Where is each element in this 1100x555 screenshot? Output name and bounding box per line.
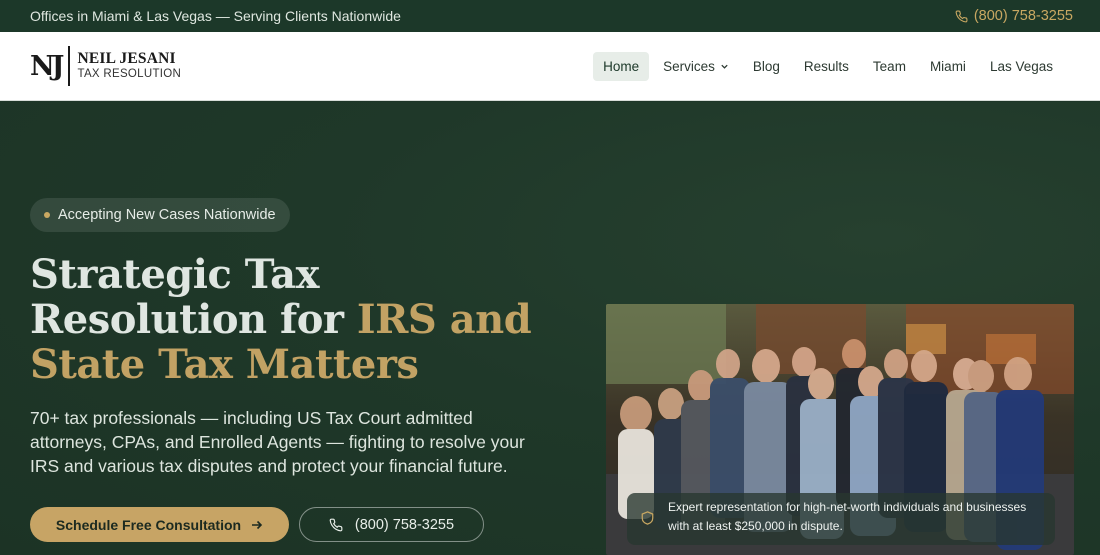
headline-line-3: State Tax Matters bbox=[30, 341, 419, 388]
nav-las-vegas[interactable]: Las Vegas bbox=[980, 52, 1063, 81]
nav-home[interactable]: Home bbox=[593, 51, 650, 81]
logo-subtitle: TAX RESOLUTION bbox=[77, 68, 182, 80]
hero-section: Accepting New Cases Nationwide Strategic… bbox=[0, 102, 1100, 555]
phone-icon bbox=[329, 518, 343, 531]
offices-text: Offices in Miami & Las Vegas — Serving C… bbox=[30, 8, 401, 24]
top-bar: Offices in Miami & Las Vegas — Serving C… bbox=[0, 0, 1100, 32]
hero-headline: Strategic Tax Resolution for IRS and Sta… bbox=[30, 252, 590, 387]
nav-services-label: Services bbox=[663, 58, 715, 74]
nav-services[interactable]: Services bbox=[653, 52, 739, 81]
topbar-phone-link[interactable]: (800) 758-3255 bbox=[955, 8, 1073, 24]
logo-words: NEIL JESANI TAX RESOLUTION bbox=[77, 51, 181, 81]
headline-line-1: Strategic Tax bbox=[30, 251, 319, 298]
nav-blog[interactable]: Blog bbox=[743, 52, 790, 81]
logo-monogram: NJ bbox=[30, 50, 65, 82]
chevron-down-icon bbox=[721, 64, 728, 69]
hero-lead-text: 70+ tax professionals — including US Tax… bbox=[30, 408, 525, 476]
site-header: NJ NEIL JESANI TAX RESOLUTION Home Servi… bbox=[0, 32, 1100, 101]
phone-icon bbox=[955, 10, 968, 22]
headline-line-2a: Resolution for bbox=[30, 296, 357, 343]
site-logo[interactable]: NJ NEIL JESANI TAX RESOLUTION bbox=[30, 46, 181, 86]
topbar-phone-number: (800) 758-3255 bbox=[973, 8, 1073, 24]
badge-dot-icon bbox=[44, 212, 50, 218]
photo-caption-text: Expert representation for high-net-worth… bbox=[668, 500, 1027, 533]
headline-line-2b: IRS and bbox=[356, 296, 532, 343]
photo-caption: Expert representation for high-net-worth… bbox=[627, 493, 1055, 545]
logo-name: NEIL JESANI bbox=[77, 50, 176, 67]
team-photo: Expert representation for high-net-worth… bbox=[606, 304, 1074, 555]
call-phone-button[interactable]: (800) 758-3255 bbox=[299, 507, 484, 542]
arrow-right-icon bbox=[252, 520, 263, 529]
badge-text: Accepting New Cases Nationwide bbox=[58, 207, 276, 223]
schedule-consultation-label: Schedule Free Consultation bbox=[55, 516, 242, 533]
shield-icon bbox=[641, 511, 654, 525]
nav-miami[interactable]: Miami bbox=[920, 52, 976, 81]
logo-divider bbox=[68, 46, 71, 86]
schedule-consultation-button[interactable]: Schedule Free Consultation bbox=[30, 507, 289, 542]
status-badge: Accepting New Cases Nationwide bbox=[30, 198, 290, 232]
call-phone-label: (800) 758-3255 bbox=[354, 516, 455, 533]
nav-team[interactable]: Team bbox=[863, 52, 916, 81]
nav-results[interactable]: Results bbox=[794, 52, 859, 81]
main-nav: Home Services Blog Results Team Miami La… bbox=[589, 51, 1063, 81]
